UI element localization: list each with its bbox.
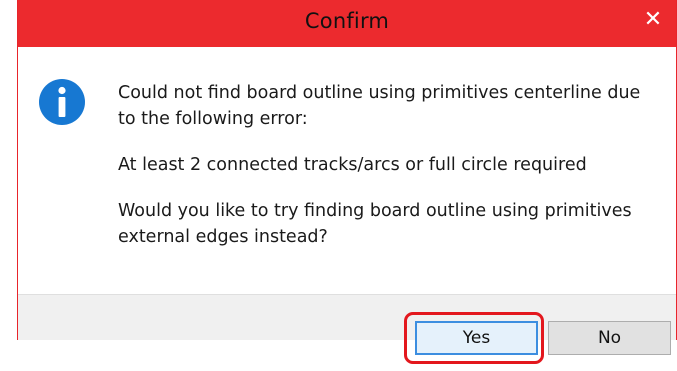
title-bar[interactable]: Confirm ✕ xyxy=(18,0,676,47)
close-button[interactable]: ✕ xyxy=(631,0,675,42)
info-icon xyxy=(39,79,85,125)
button-bar: Yes No xyxy=(18,294,676,364)
message-error-detail: At least 2 connected tracks/arcs or full… xyxy=(118,155,587,175)
dialog-message: Could not find board outline using primi… xyxy=(118,80,658,250)
message-error-intro: Could not find board outline using primi… xyxy=(118,83,641,129)
yes-button[interactable]: Yes xyxy=(415,321,538,355)
message-question: Would you like to try finding board outl… xyxy=(118,201,632,247)
confirm-dialog: Confirm ✕ Could not find board outline u… xyxy=(17,0,677,364)
close-icon: ✕ xyxy=(643,7,663,32)
no-button[interactable]: No xyxy=(548,321,671,355)
dialog-title: Confirm xyxy=(304,9,390,33)
